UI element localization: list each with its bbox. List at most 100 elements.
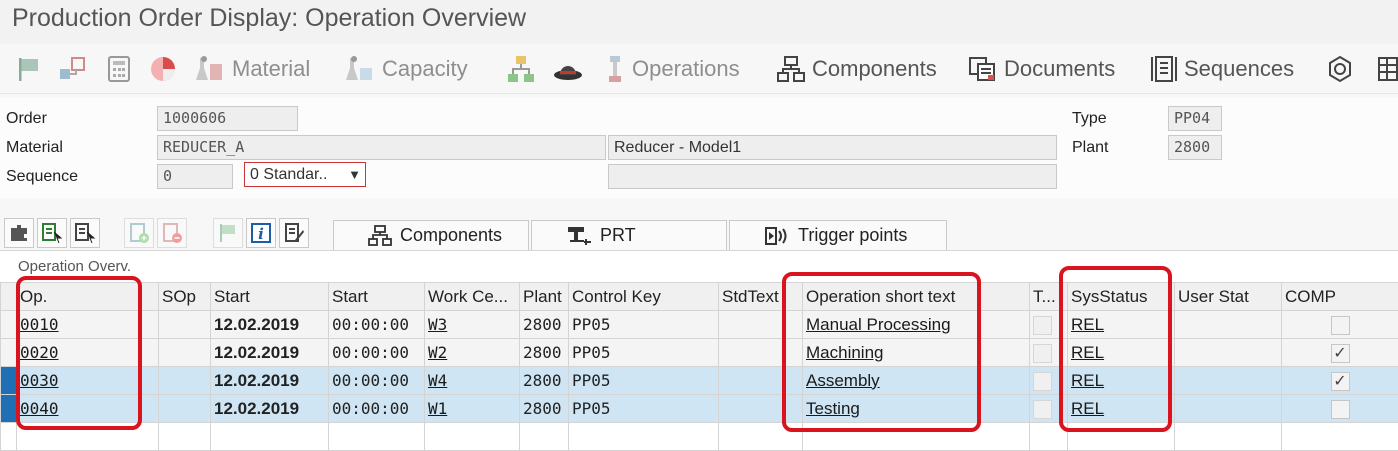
op-link[interactable]: 0020 [20, 343, 59, 362]
operation-text-cell[interactable]: Testing [803, 395, 1030, 423]
comp-checkbox[interactable] [1331, 400, 1350, 419]
sys-status-cell[interactable]: REL [1068, 339, 1175, 367]
column-header-t[interactable]: T... [1030, 283, 1068, 311]
comp-checkbox[interactable]: ✓ [1331, 344, 1350, 363]
work-center-cell[interactable]: W4 [425, 367, 520, 395]
tab-components[interactable]: Components [333, 220, 529, 250]
op-cell[interactable]: 0020 [17, 339, 159, 367]
hierarchy-flag-button[interactable] [58, 52, 88, 86]
sys-status-cell[interactable]: REL [1068, 311, 1175, 339]
operations-button[interactable]: Operations [604, 52, 740, 86]
detail-button[interactable] [4, 218, 34, 248]
work-center-link[interactable]: W3 [428, 315, 447, 334]
column-header-std-text[interactable]: StdText [719, 283, 803, 311]
operation-text-link[interactable]: Assembly [806, 371, 880, 390]
sys-status-link[interactable]: REL [1071, 315, 1104, 334]
comp-cell[interactable]: ✓ [1282, 367, 1398, 395]
deselect-button[interactable] [70, 218, 100, 248]
sys-status-cell[interactable]: REL [1068, 367, 1175, 395]
hat-button[interactable] [552, 52, 584, 86]
t-checkbox[interactable] [1033, 316, 1052, 335]
sequence-description-field[interactable] [608, 164, 1057, 189]
tab-prt[interactable]: PRT [531, 220, 727, 250]
flag-small-button[interactable] [213, 218, 243, 248]
operation-text-link[interactable]: Machining [806, 343, 884, 362]
sequences-button[interactable]: Sequences [1150, 52, 1294, 86]
calculator-button[interactable] [106, 52, 132, 86]
work-center-cell[interactable]: W2 [425, 339, 520, 367]
network-button[interactable] [506, 52, 536, 86]
table-row[interactable]: 0040 12.02.2019 00:00:00 W1 2800 PP05 Te… [1, 395, 1398, 423]
row-selector[interactable] [1, 395, 17, 423]
capacity-button[interactable]: Capacity [344, 52, 468, 86]
t-cell[interactable] [1030, 395, 1068, 423]
order-field[interactable]: 1000606 [157, 106, 298, 131]
column-header-control-key[interactable]: Control Key [569, 283, 719, 311]
column-header-op[interactable]: Op. [17, 283, 159, 311]
column-header-sop[interactable]: SOp [159, 283, 211, 311]
select-all-button[interactable] [37, 218, 67, 248]
comp-cell[interactable] [1282, 395, 1398, 423]
insert-row-button[interactable] [124, 218, 154, 248]
plant-field[interactable]: 2800 [1168, 135, 1222, 160]
comp-checkbox[interactable] [1331, 316, 1350, 335]
work-center-cell[interactable]: W3 [425, 311, 520, 339]
type-field[interactable]: PP04 [1168, 106, 1222, 131]
sys-status-link[interactable]: REL [1071, 371, 1104, 390]
info-button[interactable]: i [246, 218, 276, 248]
documents-button[interactable]: Documents [968, 52, 1115, 86]
column-header-work-center[interactable]: Work Ce... [425, 283, 520, 311]
t-checkbox[interactable] [1033, 344, 1052, 363]
t-cell[interactable] [1030, 367, 1068, 395]
tab-trigger-points[interactable]: Trigger points [729, 220, 947, 250]
column-header-user-status[interactable]: User Stat [1175, 283, 1282, 311]
sequence-field[interactable]: 0 [157, 164, 233, 189]
components-toolbar-button[interactable]: Components [776, 52, 937, 86]
table-row[interactable]: 0010 12.02.2019 00:00:00 W3 2800 PP05 Ma… [1, 311, 1398, 339]
row-selector[interactable] [1, 311, 17, 339]
op-cell[interactable]: 0040 [17, 395, 159, 423]
work-center-link[interactable]: W2 [428, 343, 447, 362]
grid-button[interactable] [1376, 52, 1398, 86]
column-header-plant[interactable]: Plant [520, 283, 569, 311]
comp-cell[interactable] [1282, 311, 1398, 339]
sys-status-link[interactable]: REL [1071, 399, 1104, 418]
column-header-start-time[interactable]: Start [329, 283, 425, 311]
t-cell[interactable] [1030, 339, 1068, 367]
op-link[interactable]: 0040 [20, 399, 59, 418]
sys-status-cell[interactable]: REL [1068, 395, 1175, 423]
t-cell[interactable] [1030, 311, 1068, 339]
t-checkbox[interactable] [1033, 372, 1052, 391]
material-button[interactable]: Material [194, 52, 310, 86]
column-header-operation-short-text[interactable]: Operation short text [803, 283, 1030, 311]
operation-text-cell[interactable]: Manual Processing [803, 311, 1030, 339]
column-header-comp[interactable]: COMP [1282, 283, 1398, 311]
comp-checkbox[interactable]: ✓ [1331, 372, 1350, 391]
work-center-link[interactable]: W4 [428, 371, 447, 390]
sys-status-link[interactable]: REL [1071, 343, 1104, 362]
material-field[interactable]: REDUCER_A [157, 135, 606, 160]
table-row[interactable]: 0020 12.02.2019 00:00:00 W2 2800 PP05 Ma… [1, 339, 1398, 367]
delete-row-button[interactable] [157, 218, 187, 248]
row-selector[interactable] [1, 339, 17, 367]
t-checkbox[interactable] [1033, 400, 1052, 419]
work-center-link[interactable]: W1 [428, 399, 447, 418]
op-link[interactable]: 0010 [20, 315, 59, 334]
flag-button[interactable] [16, 52, 42, 86]
op-cell[interactable]: 0010 [17, 311, 159, 339]
column-header-start-date[interactable]: Start [211, 283, 329, 311]
pie-chart-button[interactable] [148, 52, 178, 86]
row-selector[interactable] [1, 367, 17, 395]
sequence-type-dropdown[interactable]: 0 Standar.. ▼ [244, 162, 366, 187]
comp-cell[interactable]: ✓ [1282, 339, 1398, 367]
material-description-field[interactable]: Reducer - Model1 [608, 135, 1057, 160]
row-selector-header[interactable] [1, 283, 17, 311]
settings-button[interactable] [1326, 52, 1354, 86]
operation-text-link[interactable]: Testing [806, 399, 860, 418]
operation-text-cell[interactable]: Machining [803, 339, 1030, 367]
table-row[interactable]: 0030 12.02.2019 00:00:00 W4 2800 PP05 As… [1, 367, 1398, 395]
column-header-sys-status[interactable]: SysStatus [1068, 283, 1175, 311]
work-center-cell[interactable]: W1 [425, 395, 520, 423]
operation-text-link[interactable]: Manual Processing [806, 315, 951, 334]
edit-document-button[interactable] [279, 218, 309, 248]
